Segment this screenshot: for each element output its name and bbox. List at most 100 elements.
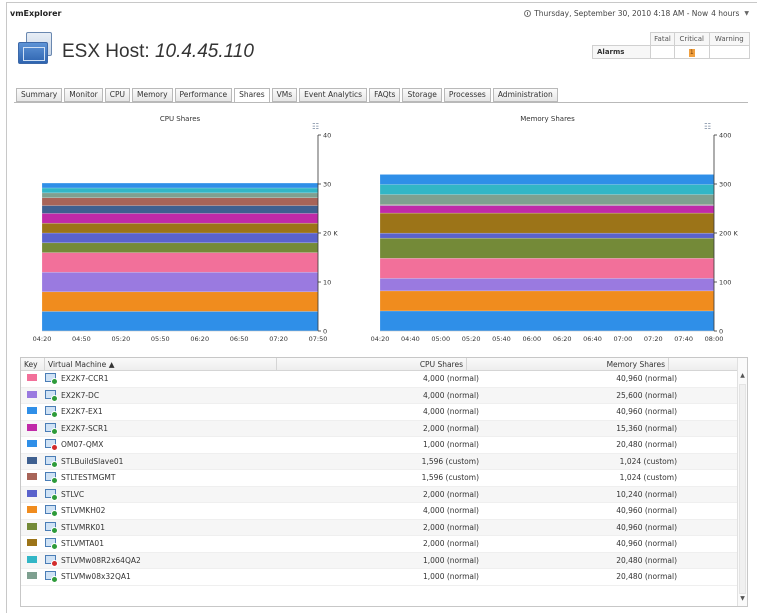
tab-processes[interactable]: Processes <box>443 88 491 102</box>
key-swatch <box>27 539 37 546</box>
area-band-ex2k7-dc[interactable] <box>41 271 319 293</box>
area-band-stlvmta01[interactable] <box>41 222 319 234</box>
vm-name[interactable]: EX2K7-EX1 <box>61 404 103 421</box>
tab-faqts[interactable]: FAQts <box>369 88 401 102</box>
cpu-shares-value: 4,000 (normal) <box>423 374 479 383</box>
tab-bar: Summary Monitor CPU Memory Performance Shares… <box>16 88 558 103</box>
time-range-selector[interactable]: Thursday, September 30, 2010 4:18 AM - N… <box>524 9 749 18</box>
x-tick-label: 04:40 <box>401 335 420 343</box>
memory-shares-value: 15,360 (normal) <box>616 423 677 433</box>
tab-memory[interactable]: Memory <box>132 88 173 102</box>
table-row[interactable]: EX2K7-EX1 4,000 (normal) 40,960 (normal) <box>21 404 739 421</box>
area-band-stlbuildslave01[interactable] <box>41 205 319 214</box>
memory-shares-value: 40,960 (normal) <box>616 374 677 383</box>
area-band-ex2k7-ex1[interactable] <box>379 310 715 332</box>
area-band-stlvmrk01[interactable] <box>41 242 319 253</box>
tab-storage[interactable]: Storage <box>402 88 442 102</box>
area-band-stlvmrk01[interactable] <box>379 237 715 259</box>
area-band-ex2k7-scr1[interactable] <box>379 205 715 214</box>
range-label[interactable]: 4 hours <box>711 9 739 18</box>
cpu-shares-value: 2,000 (normal) <box>423 539 479 548</box>
tab-administration[interactable]: Administration <box>492 88 558 102</box>
tab-vms[interactable]: VMs <box>271 88 298 102</box>
col-cpu-shares[interactable]: CPU Shares <box>277 358 467 371</box>
area-band-om07-qmx[interactable] <box>379 174 715 185</box>
virtual-machine-icon <box>45 406 58 418</box>
scroll-up-icon[interactable]: ▲ <box>738 372 747 381</box>
tab-event-analytics[interactable]: Event Analytics <box>299 88 368 102</box>
col-virtual-machine[interactable]: Virtual Machine ▲ <box>45 358 277 371</box>
col-memory-shares[interactable]: Memory Shares <box>467 358 669 371</box>
table-row[interactable]: EX2K7-SCR1 2,000 (normal) 15,360 (normal) <box>21 420 739 438</box>
alarms-critical-count[interactable]: 1 <box>673 45 710 59</box>
x-tick-label: 07:40 <box>674 335 693 343</box>
area-band-stltestmgmt[interactable] <box>41 197 319 206</box>
area-band-stlvmkh02[interactable] <box>379 290 715 312</box>
table-row[interactable]: EX2K7-DC 4,000 (normal) 25,600 (normal) <box>21 387 739 405</box>
scroll-thumb[interactable] <box>739 384 746 594</box>
col-vm-label[interactable]: Virtual Machine <box>48 360 106 369</box>
tab-summary[interactable]: Summary <box>16 88 63 102</box>
area-band-stlvmkh02[interactable] <box>41 291 319 312</box>
area-band-om07-qmx[interactable] <box>41 182 319 189</box>
vm-name[interactable]: STLVMTA01 <box>61 536 104 553</box>
cpu-shares-value: 2,000 (normal) <box>423 423 479 433</box>
table-row[interactable]: STLBuildSlave01 1,596 (custom) 1,024 (cust… <box>21 453 739 471</box>
vm-name[interactable]: EX2K7-DC <box>61 388 99 405</box>
vm-name[interactable]: STLTESTMGMT <box>61 470 116 487</box>
vm-name[interactable]: STLVMw08x32QA1 <box>61 569 131 586</box>
vm-name[interactable]: STLVC <box>61 487 84 504</box>
virtual-machine-icon <box>45 389 58 402</box>
area-band-stlvmw08x32qa1[interactable] <box>379 194 715 205</box>
area-band-ex2k7-ccr1[interactable] <box>41 252 319 273</box>
area-band-stlvmw08x32qa1[interactable] <box>41 192 319 199</box>
alarms-label: Alarms <box>592 45 651 59</box>
table-row[interactable]: OM07-QMX 1,000 (normal) 20,480 (normal) <box>21 437 739 454</box>
table-row[interactable]: STLTESTMGMT 1,596 (custom) 1,024 (custom) <box>21 470 739 487</box>
scroll-down-icon[interactable]: ▼ <box>738 595 747 604</box>
area-band-stlvc[interactable] <box>379 232 715 239</box>
tab-shares[interactable]: Shares <box>234 88 270 103</box>
tab-performance[interactable]: Performance <box>174 88 233 102</box>
vm-name[interactable]: STLVMw08R2x64QA2 <box>61 553 141 570</box>
vm-name[interactable]: EX2K7-SCR1 <box>61 421 108 438</box>
x-tick-label: 08:00 <box>705 335 724 343</box>
grid-scrollbar[interactable]: ▲ ▼ <box>737 358 747 606</box>
table-row[interactable]: STLVMKH02 4,000 (normal) 40,960 (normal) <box>21 503 739 520</box>
alarms-warning-count[interactable] <box>708 45 751 59</box>
vm-name[interactable]: STLBuildSlave01 <box>61 454 123 471</box>
table-row[interactable]: EX2K7-CCR1 4,000 (normal) 40,960 (normal) <box>21 371 739 388</box>
critical-badge[interactable]: 1 <box>688 48 695 57</box>
table-row[interactable]: STLVC 2,000 (normal) 10,240 (normal) <box>21 486 739 504</box>
vm-name[interactable]: STLVMKH02 <box>61 503 105 520</box>
area-band-stlvmw08r2x64qa2[interactable] <box>379 184 715 195</box>
area-band-ex2k7-ccr1[interactable] <box>379 257 715 279</box>
y-tick-label: 400 <box>719 132 731 140</box>
area-band-ex2k7-dc[interactable] <box>379 278 715 292</box>
col-key[interactable]: Key <box>21 358 45 371</box>
vm-name[interactable]: STLVMRK01 <box>61 520 105 537</box>
alarms-fatal-count[interactable] <box>650 45 675 59</box>
table-row[interactable]: STLVMTA01 2,000 (normal) 40,960 (normal) <box>21 536 739 553</box>
area-band-ex2k7-scr1[interactable] <box>41 213 319 224</box>
virtual-machine-icon <box>45 571 58 583</box>
tab-monitor[interactable]: Monitor <box>64 88 103 102</box>
area-band-ex2k7-ex1[interactable] <box>41 311 319 332</box>
alarms-header-critical: Critical <box>673 32 710 46</box>
sort-asc-icon[interactable]: ▲ <box>109 360 115 369</box>
tab-divider <box>14 102 748 103</box>
area-band-stlvmta01[interactable] <box>379 212 715 234</box>
tab-cpu[interactable]: CPU <box>104 88 131 102</box>
key-swatch <box>27 473 37 480</box>
area-band-stlvmw08r2x64qa2[interactable] <box>41 187 319 194</box>
table-row[interactable]: STLVMRK01 2,000 (normal) 40,960 (normal) <box>21 519 739 537</box>
memory-shares-value: 20,480 (normal) <box>616 572 677 581</box>
vm-name[interactable]: EX2K7-CCR1 <box>61 371 109 388</box>
cpu-shares-value: 1,000 (normal) <box>423 440 479 449</box>
host-label: ESX Host: <box>62 41 150 62</box>
table-row[interactable]: STLVMw08R2x64QA2 1,000 (normal) 20,480 (no… <box>21 552 739 570</box>
vm-name[interactable]: OM07-QMX <box>61 437 103 454</box>
chevron-down-icon[interactable]: ▼ <box>744 10 749 17</box>
table-row[interactable]: STLVMw08x32QA1 1,000 (normal) 20,480 (norm… <box>21 569 739 586</box>
area-band-stlvc[interactable] <box>41 232 319 244</box>
